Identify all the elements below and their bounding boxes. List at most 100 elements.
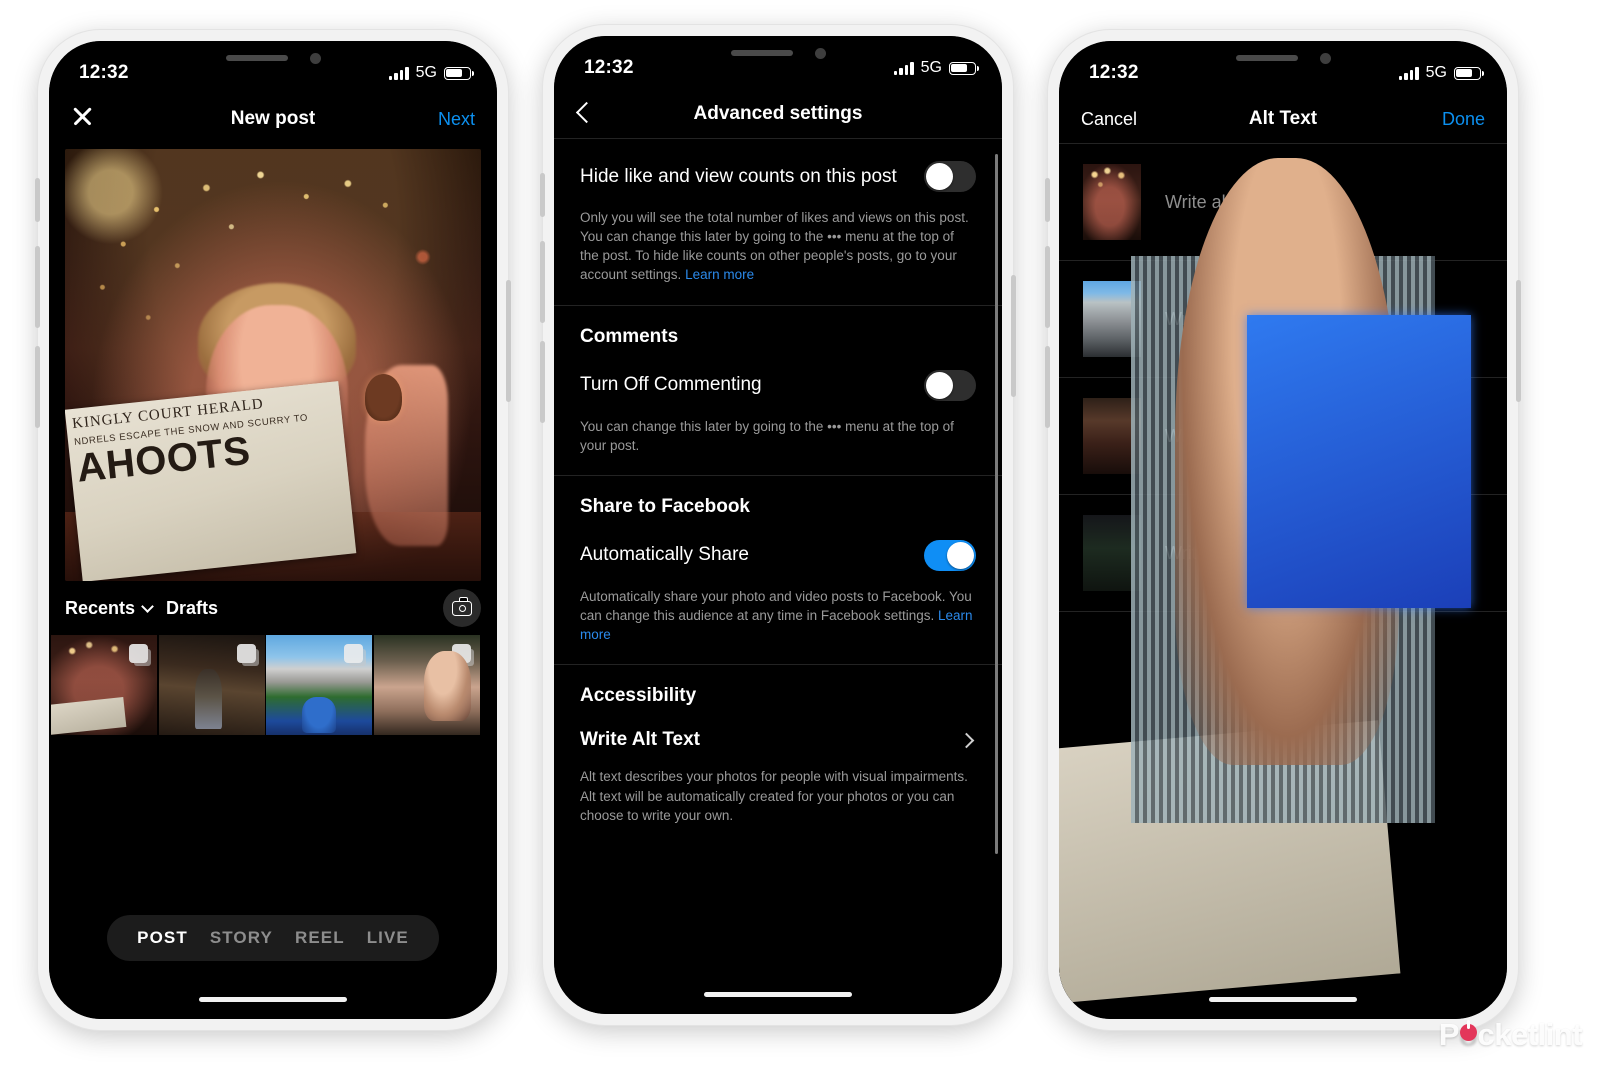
notch xyxy=(1185,41,1381,75)
recents-dropdown[interactable]: Recents xyxy=(65,598,135,619)
multi-select-icon[interactable] xyxy=(451,644,471,663)
screenshot-stage: 12:32 5G New post Next KINGLY COURT HERA… xyxy=(0,0,1600,1067)
watermark-o-icon: o xyxy=(1459,1017,1478,1052)
help-text: Automatically share your photo and video… xyxy=(580,588,972,624)
watermark-post: cketlint xyxy=(1477,1017,1582,1052)
battery-icon xyxy=(444,66,474,80)
close-button[interactable] xyxy=(71,105,94,133)
network-label: 5G xyxy=(415,64,437,81)
silent-switch[interactable] xyxy=(35,178,40,222)
multi-select-icon[interactable] xyxy=(129,644,148,663)
phone-2-advanced-settings: 12:32 5G Advanced settings Hide like and… xyxy=(540,25,1016,1025)
back-button[interactable] xyxy=(576,101,590,128)
front-camera-icon xyxy=(309,52,321,64)
alt-thumb-building-facade xyxy=(1083,281,1141,357)
power-button[interactable] xyxy=(506,280,511,402)
phone-3-bezel: 12:32 5G Cancel Alt Text Done Write alt xyxy=(1059,41,1507,1019)
setting-write-alt-text[interactable]: Write Alt Text xyxy=(554,707,1002,751)
earpiece-speaker xyxy=(730,50,793,56)
setting-turn-off-commenting[interactable]: Turn Off Commenting xyxy=(554,348,1002,401)
phone-1-screen: 12:32 5G New post Next KINGLY COURT HERA… xyxy=(49,41,497,1019)
tab-reel[interactable]: REEL xyxy=(295,928,345,948)
done-button[interactable]: Done xyxy=(1442,109,1485,130)
home-indicator[interactable] xyxy=(1209,997,1357,1002)
watermark-pre: P xyxy=(1438,1017,1460,1052)
hero-cocktail-glass xyxy=(364,373,402,422)
help-text: Only you will see the total number of li… xyxy=(580,210,969,283)
open-camera-button[interactable] xyxy=(443,589,481,627)
gallery-thumb-3[interactable] xyxy=(266,635,372,735)
power-button[interactable] xyxy=(1011,275,1016,397)
next-button[interactable]: Next xyxy=(438,109,475,130)
hero-newspaper: KINGLY COURT HERALD NDRELS ESCAPE THE SN… xyxy=(65,381,357,581)
volume-down-button[interactable] xyxy=(540,341,545,423)
write-alt-text-help: Alt text describes your photos for peopl… xyxy=(580,769,968,823)
hide-like-counts-help: Only you will see the total number of li… xyxy=(554,192,1002,305)
status-time: 12:32 xyxy=(79,62,129,83)
battery-icon xyxy=(949,61,979,75)
silent-switch[interactable] xyxy=(1045,178,1050,222)
automatically-share-toggle[interactable] xyxy=(924,539,976,571)
signal-bars-icon xyxy=(893,61,914,75)
vertical-scrollbar[interactable] xyxy=(995,154,998,854)
chevron-right-icon xyxy=(958,732,975,749)
close-icon xyxy=(71,105,94,128)
chevron-down-icon[interactable] xyxy=(141,600,154,613)
section-title-accessibility: Accessibility xyxy=(580,685,697,707)
turn-off-commenting-help: You can change this later by going to th… xyxy=(580,418,954,453)
setting-hide-like-counts[interactable]: Hide like and view counts on this post xyxy=(554,139,1002,192)
volume-up-button[interactable] xyxy=(1045,246,1050,328)
gallery-thumb-1[interactable] xyxy=(51,635,157,735)
hide-like-counts-toggle[interactable] xyxy=(924,161,976,192)
cancel-button[interactable]: Cancel xyxy=(1081,109,1137,130)
phone-2-navbar: Advanced settings xyxy=(554,90,1002,138)
setting-label: Automatically Share xyxy=(580,544,749,566)
phone-2-screen: 12:32 5G Advanced settings Hide like and… xyxy=(554,36,1002,1014)
gallery-thumb-4[interactable] xyxy=(373,635,480,735)
turn-off-commenting-toggle[interactable] xyxy=(924,369,976,401)
drafts-tab[interactable]: Drafts xyxy=(166,598,218,619)
hero-photo-preview[interactable]: KINGLY COURT HERALD NDRELS ESCAPE THE SN… xyxy=(65,149,481,581)
phone-3-navbar: Cancel Alt Text Done xyxy=(1059,95,1507,143)
setting-label: Turn Off Commenting xyxy=(580,374,762,396)
volume-down-button[interactable] xyxy=(1045,346,1050,428)
network-label: 5G xyxy=(1425,64,1447,81)
phone-1-navbar: New post Next xyxy=(49,95,497,143)
notch xyxy=(680,36,876,70)
tab-live[interactable]: LIVE xyxy=(367,928,409,948)
multi-select-icon[interactable] xyxy=(236,644,256,663)
phone-1-new-post: 12:32 5G New post Next KINGLY COURT HERA… xyxy=(35,30,511,1030)
network-label: 5G xyxy=(920,59,942,76)
status-time: 12:32 xyxy=(584,57,634,78)
volume-down-button[interactable] xyxy=(35,346,40,428)
pocketlint-watermark: Pocketlint xyxy=(1438,1017,1583,1053)
volume-up-button[interactable] xyxy=(540,241,545,323)
front-camera-icon xyxy=(814,47,826,59)
status-indicators: 5G xyxy=(1398,64,1484,82)
tab-post[interactable]: POST xyxy=(137,928,188,948)
silent-switch[interactable] xyxy=(540,173,545,217)
phone-3-screen: 12:32 5G Cancel Alt Text Done Write alt xyxy=(1059,41,1507,1019)
home-indicator[interactable] xyxy=(199,997,347,1002)
setting-label: Hide like and view counts on this post xyxy=(580,165,897,187)
gallery-thumb-2[interactable] xyxy=(158,635,265,735)
tab-story[interactable]: STORY xyxy=(210,928,273,948)
settings-list: Hide like and view counts on this post O… xyxy=(554,138,1002,845)
page-title: Advanced settings xyxy=(693,103,863,124)
mode-selector: POST STORY REEL LIVE xyxy=(49,915,497,961)
signal-bars-icon xyxy=(388,66,409,80)
section-title-share-to-facebook: Share to Facebook xyxy=(580,495,750,517)
power-button[interactable] xyxy=(1516,280,1521,402)
home-indicator[interactable] xyxy=(704,992,852,997)
setting-automatically-share[interactable]: Automatically Share xyxy=(554,518,1002,571)
mode-pill: POST STORY REEL LIVE xyxy=(107,915,439,961)
learn-more-link[interactable]: Learn more xyxy=(685,267,754,282)
alt-text-row[interactable]: Write alt text... xyxy=(1059,495,1507,611)
automatically-share-help: Automatically share your photo and video… xyxy=(554,571,1002,664)
section-title-comments: Comments xyxy=(580,325,679,347)
camera-icon xyxy=(452,597,472,616)
alt-text-list: Write alt text... Write alt text... Writ… xyxy=(1059,143,1507,612)
volume-up-button[interactable] xyxy=(35,246,40,328)
multi-select-icon[interactable] xyxy=(344,644,363,663)
back-chevron-icon xyxy=(576,101,590,123)
